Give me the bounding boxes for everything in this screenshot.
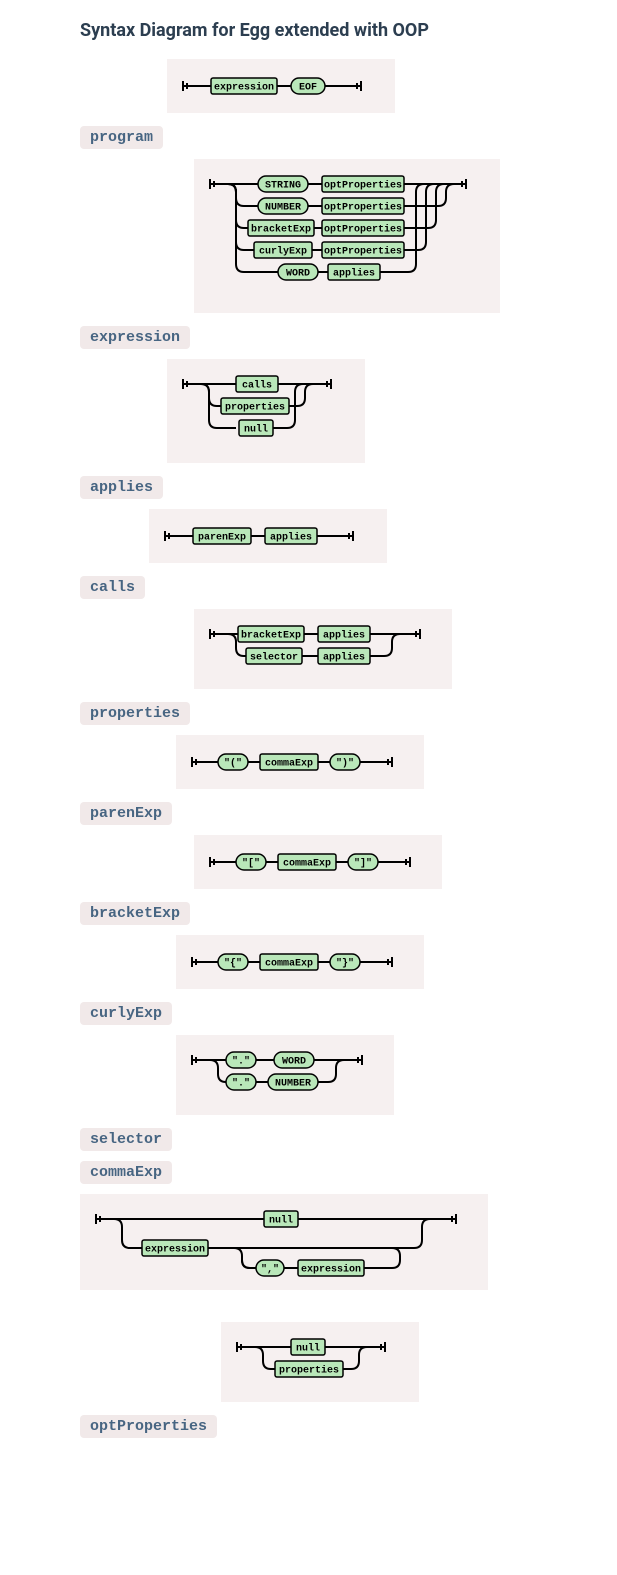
diagram-expression: STRING optProperties NUMBER optPropertie…	[194, 159, 500, 313]
node-comma: ","	[261, 1264, 279, 1276]
node-lbracket: "["	[242, 858, 260, 870]
node-null-a: null	[244, 424, 268, 436]
node-parenexp-c: parenExp	[198, 533, 246, 544]
node-rparen: ")"	[336, 758, 354, 770]
node-optprops-3: optProperties	[324, 224, 402, 236]
node-properties-a: properties	[225, 402, 285, 414]
diagram-properties: bracketExp applies selector applies	[194, 609, 452, 689]
node-null-ce: null	[269, 1215, 293, 1227]
node-applies-e: applies	[333, 268, 375, 280]
diagram-applies: calls properties null	[167, 359, 365, 463]
diagram-program: expression EOF	[167, 59, 395, 113]
rule-heading-expression: expression	[80, 326, 190, 349]
node-optprops-2: optProperties	[324, 202, 402, 214]
diagram-bracketexp: "[" commaExp "]"	[194, 835, 442, 889]
node-dot-2: "."	[232, 1078, 250, 1090]
node-commaexp-p: commaExp	[265, 759, 313, 770]
node-curlyexp-e: curlyExp	[259, 246, 307, 258]
rule-heading-optproperties: optProperties	[80, 1415, 217, 1438]
node-rbrace: "}"	[336, 958, 354, 970]
node-rbracket: "]"	[354, 858, 372, 870]
node-eof: EOF	[299, 83, 317, 94]
node-expression-ce1: expression	[145, 1244, 205, 1256]
node-commaexp-b: commaExp	[283, 859, 331, 870]
node-word-e: WORD	[286, 269, 310, 280]
node-expression-ce2: expression	[301, 1264, 361, 1276]
node-commaexp-c: commaExp	[265, 959, 313, 970]
rule-heading-properties: properties	[80, 702, 190, 725]
node-expression: expression	[214, 82, 274, 94]
node-selector-p: selector	[250, 652, 298, 664]
node-calls: calls	[242, 380, 272, 392]
node-lbrace: "{"	[224, 958, 242, 970]
node-optprops-1: optProperties	[324, 180, 402, 192]
node-applies-p2: applies	[323, 652, 365, 664]
node-dot-1: "."	[232, 1056, 250, 1068]
node-lparen: "("	[224, 758, 242, 770]
node-bracketexp-p: bracketExp	[241, 630, 301, 642]
rule-heading-selector: selector	[80, 1128, 172, 1151]
node-applies-p1: applies	[323, 630, 365, 642]
rule-heading-curlyexp: curlyExp	[80, 1002, 172, 1025]
rule-heading-parenexp: parenExp	[80, 802, 172, 825]
node-null-op: null	[296, 1343, 320, 1355]
rule-heading-calls: calls	[80, 576, 145, 599]
rule-heading-commaexp: commaExp	[80, 1161, 172, 1184]
diagram-calls: parenExp applies	[149, 509, 387, 563]
node-bracketexp-e: bracketExp	[251, 224, 311, 236]
diagram-selector: "." WORD "." NUMBER	[176, 1035, 394, 1115]
rule-heading-applies: applies	[80, 476, 163, 499]
diagram-optproperties: null properties	[221, 1322, 419, 1402]
node-string: STRING	[265, 181, 301, 192]
diagram-curlyexp: "{" commaExp "}"	[176, 935, 424, 989]
rule-heading-bracketexp: bracketExp	[80, 902, 190, 925]
page-title: Syntax Diagram for Egg extended with OOP	[80, 20, 537, 41]
node-optprops-4: optProperties	[324, 246, 402, 258]
node-number: NUMBER	[265, 203, 301, 214]
node-number-s: NUMBER	[275, 1079, 311, 1090]
node-word-s: WORD	[282, 1057, 306, 1068]
diagram-commaexp: null expression "," expression	[80, 1194, 488, 1290]
node-properties-op: properties	[279, 1365, 339, 1377]
rule-heading-program: program	[80, 126, 163, 149]
node-applies-c: applies	[270, 532, 312, 544]
diagram-parenexp: "(" commaExp ")"	[176, 735, 424, 789]
